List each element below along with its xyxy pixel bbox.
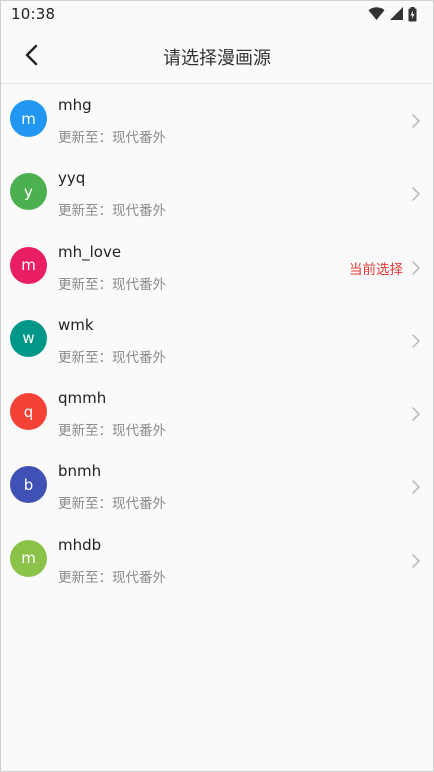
source-update: 更新至：现代番外 [58, 203, 166, 220]
battery-charging-icon [408, 6, 417, 21]
source-list: m mhg 更新至：现代番外 y yyq 更新至：现代番外 m mh_love … [1, 84, 433, 597]
source-update: 更新至：现代番外 [58, 569, 166, 586]
source-item[interactable]: y yyq 更新至：现代番外 [1, 157, 433, 230]
source-update: 更新至：现代番外 [58, 276, 166, 293]
source-item[interactable]: m mhdb 更新至：现代番外 [1, 524, 433, 597]
avatar: w [10, 319, 47, 357]
source-update: 更新至：现代番外 [58, 496, 166, 513]
chevron-right-icon [412, 480, 420, 495]
chevron-right-icon [412, 554, 420, 568]
chevron-right-icon [412, 260, 420, 275]
avatar: m [10, 100, 47, 137]
signal-icon [390, 7, 403, 20]
source-name: mhg [58, 96, 92, 114]
status-bar: 10:38 [1, 1, 433, 27]
source-update: 更新至：现代番外 [58, 349, 166, 366]
current-selection-label: 当前选择 [349, 261, 403, 278]
source-name: bnmh [58, 462, 102, 481]
avatar: y [10, 173, 47, 211]
app-bar: 请选择漫画源 [1, 27, 433, 84]
source-update: 更新至：现代番外 [58, 130, 166, 146]
source-name: wmk [58, 315, 94, 334]
source-name: qmmh [58, 389, 107, 408]
source-item[interactable]: b bnmh 更新至：现代番外 [1, 450, 433, 523]
page-title: 请选择漫画源 [163, 48, 271, 69]
chevron-right-icon [412, 334, 420, 348]
avatar: q [10, 393, 47, 431]
status-time: 10:38 [11, 5, 56, 23]
chevron-right-icon [412, 407, 420, 421]
source-item[interactable]: q qmmh 更新至：现代番外 [1, 377, 433, 450]
source-item[interactable]: w wmk 更新至：现代番外 [1, 304, 433, 377]
avatar: b [10, 466, 47, 504]
wifi-icon [368, 7, 385, 20]
chevron-right-icon [412, 187, 420, 202]
source-name: mh_love [58, 242, 122, 261]
source-item[interactable]: m mhg 更新至：现代番外 [1, 84, 433, 157]
source-name: mhdb [58, 535, 102, 554]
chevron-right-icon [412, 114, 420, 128]
source-name: yyq [58, 169, 86, 188]
avatar: m [10, 539, 47, 577]
source-update: 更新至：现代番外 [58, 423, 166, 440]
status-icons [368, 6, 417, 22]
avatar: m [10, 246, 47, 284]
source-item[interactable]: m mh_love 更新至：现代番外 当前选择 [1, 231, 433, 304]
